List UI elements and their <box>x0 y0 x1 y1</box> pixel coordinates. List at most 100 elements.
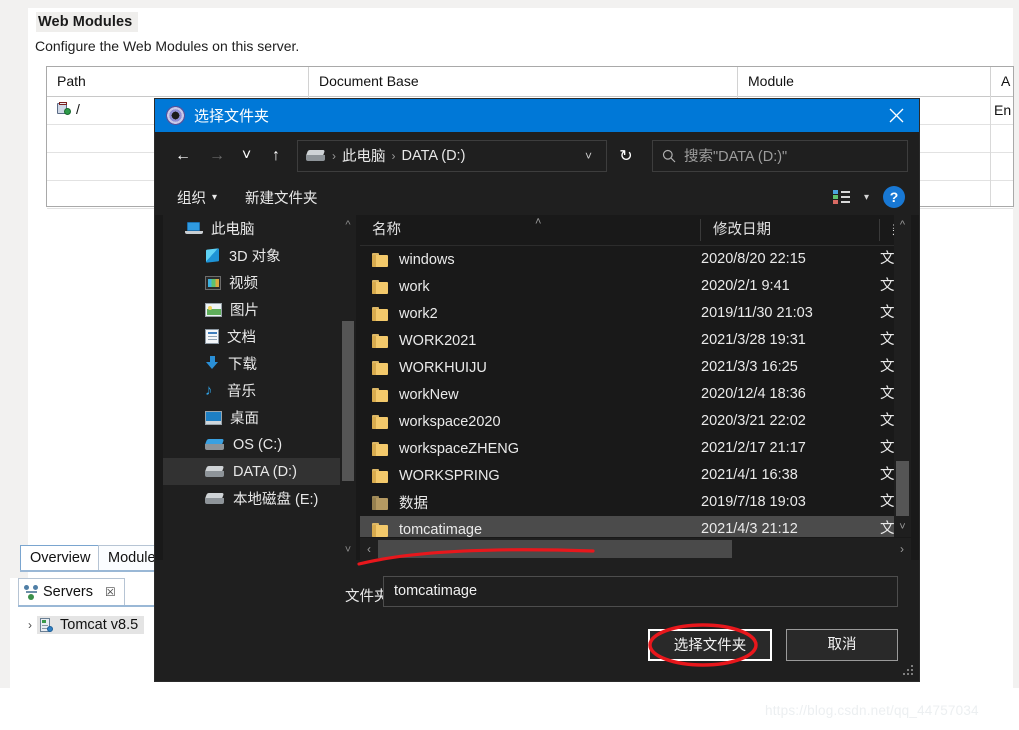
column-header-date[interactable]: 修改日期 <box>701 215 880 245</box>
file-date: 2021/3/28 19:31 <box>701 332 806 348</box>
list-item[interactable]: Tomcat v8.5 <box>37 616 145 634</box>
file-list-header: 名称 ˄ 修改日期 类 <box>360 215 911 246</box>
sidebar-item-label: 桌面 <box>230 411 259 427</box>
web-module-icon <box>57 102 72 116</box>
sidebar-item-pictures[interactable]: 图片 <box>163 296 356 323</box>
recent-locations-button[interactable]: ˅ <box>234 141 259 171</box>
file-date: 2021/4/3 21:12 <box>701 521 798 537</box>
desktop-icon <box>205 410 222 425</box>
sidebar-item-desktop[interactable]: 桌面 <box>163 404 356 431</box>
scroll-left-arrow[interactable]: ‹ <box>360 538 378 560</box>
folder-icon <box>372 414 389 429</box>
file-name: windows <box>399 251 455 268</box>
column-header-module[interactable]: Module <box>738 67 990 96</box>
dialog-body: 此电脑 3D 对象 视频 图片 文档 下载 ♪ 音乐 桌面 OS (C:) DA… <box>155 215 919 560</box>
column-header-path[interactable]: Path <box>47 67 317 96</box>
list-item[interactable]: WORKHUIJU 2021/3/3 16:25 <box>360 354 880 381</box>
folder-name-input[interactable]: tomcatimage <box>383 576 898 607</box>
file-name-cell: WORKHUIJU <box>372 354 487 381</box>
list-item[interactable]: WORKSPRING 2021/4/1 16:38 <box>360 462 880 489</box>
scrollbar-thumb[interactable] <box>896 461 909 516</box>
list-item[interactable]: workspace2020 2020/3/21 22:02 <box>360 408 880 435</box>
file-name: work2 <box>399 305 438 322</box>
breadcrumb-this-pc[interactable]: 此电脑 <box>342 145 386 166</box>
sidebar-item-label: 此电脑 <box>211 222 255 238</box>
workbench-top-strip <box>0 0 1019 8</box>
select-folder-button[interactable]: 选择文件夹 <box>648 629 772 661</box>
scroll-down-arrow[interactable]: ˅ <box>894 517 911 537</box>
sidebar-item-os-c[interactable]: OS (C:) <box>163 431 356 458</box>
sidebar-item-3d-objects[interactable]: 3D 对象 <box>163 242 356 269</box>
search-box[interactable]: 搜索"DATA (D:)" <box>652 139 908 172</box>
cancel-button[interactable]: 取消 <box>786 629 898 661</box>
file-date: 2020/2/1 9:41 <box>701 278 790 294</box>
close-icon[interactable]: ☒ <box>105 585 116 599</box>
scroll-up-arrow[interactable]: ^ <box>340 215 356 235</box>
close-button[interactable] <box>873 99 919 132</box>
file-name: WORKHUIJU <box>399 359 487 376</box>
scrollbar-thumb[interactable] <box>342 321 354 481</box>
drive-icon <box>204 492 225 505</box>
address-bar[interactable]: › 此电脑 › DATA (D:) ˅ <box>297 139 607 172</box>
sidebar-item-label: 本地磁盘 (E:) <box>233 492 319 508</box>
column-header-name[interactable]: 名称 <box>360 215 701 245</box>
list-item[interactable]: tomcatimage 2021/4/3 21:12 <box>360 516 880 537</box>
dialog-title: 选择文件夹 <box>194 108 270 125</box>
tab-servers-label: Servers <box>43 584 93 600</box>
file-list-scrollbar[interactable]: ^ ˅ <box>894 215 911 537</box>
column-header-a[interactable]: A <box>991 67 1015 96</box>
view-dropdown-caret[interactable]: ▾ <box>864 192 869 203</box>
servers-tree-row[interactable]: › Tomcat v8.5 <box>28 614 145 636</box>
sidebar-item-this-pc[interactable]: 此电脑 <box>163 215 356 242</box>
refresh-button[interactable]: ↻ <box>609 141 643 171</box>
back-button[interactable]: ← <box>166 141 200 171</box>
scroll-down-arrow[interactable]: ˅ <box>340 540 356 560</box>
up-button[interactable]: ↑ <box>259 141 293 171</box>
tab-overview[interactable]: Overview <box>20 545 101 571</box>
computer-icon <box>185 221 203 236</box>
forward-button[interactable]: → <box>200 141 234 171</box>
chevron-down-icon[interactable]: ˅ <box>585 149 592 163</box>
tab-servers[interactable]: Servers ☒ <box>18 578 125 605</box>
sidebar-item-videos[interactable]: 视频 <box>163 269 356 296</box>
scroll-up-arrow[interactable]: ^ <box>894 215 911 235</box>
dialog-title-bar[interactable]: 选择文件夹 <box>155 99 919 132</box>
page-title: Web Modules <box>36 12 139 32</box>
cell-a: En <box>994 102 1012 118</box>
folder-picker-icon <box>166 106 185 125</box>
sidebar-item-local-disk-e[interactable]: 本地磁盘 (E:) <box>163 485 356 512</box>
file-list-horizontal-scrollbar[interactable]: ‹ › <box>360 538 911 560</box>
list-item[interactable]: workNew 2020/12/4 18:36 <box>360 381 880 408</box>
sidebar-item-data-d[interactable]: DATA (D:) <box>163 458 356 485</box>
file-name-cell: work <box>372 273 430 300</box>
sidebar-item-documents[interactable]: 文档 <box>163 323 356 350</box>
list-item[interactable]: 数据 2019/7/18 19:03 <box>360 489 880 516</box>
sidebar-item-label: 图片 <box>230 303 259 319</box>
list-item[interactable]: WORK2021 2021/3/28 19:31 <box>360 327 880 354</box>
organize-button[interactable]: 组织 ▾ <box>177 187 217 208</box>
cube-icon <box>205 248 221 263</box>
sidebar-item-music[interactable]: ♪ 音乐 <box>163 377 356 404</box>
sidebar-item-downloads[interactable]: 下载 <box>163 350 356 377</box>
cell-path-text: / <box>76 101 80 117</box>
help-button[interactable]: ? <box>883 186 905 208</box>
resize-grip[interactable] <box>902 665 914 677</box>
navigation-pane-scrollbar[interactable]: ^ ˅ <box>340 215 356 560</box>
scroll-right-arrow[interactable]: › <box>893 538 911 560</box>
folder-icon <box>372 360 389 375</box>
column-header-document-base[interactable]: Document Base <box>309 67 739 96</box>
folder-icon <box>372 333 389 348</box>
scrollbar-thumb[interactable] <box>378 540 732 558</box>
list-item[interactable]: windows 2020/8/20 22:15 <box>360 246 880 273</box>
list-item[interactable]: work 2020/2/1 9:41 <box>360 273 880 300</box>
list-item[interactable]: workspaceZHENG 2021/2/17 21:17 <box>360 435 880 462</box>
new-folder-button[interactable]: 新建文件夹 <box>245 187 318 208</box>
search-placeholder: 搜索"DATA (D:)" <box>684 149 788 165</box>
chevron-right-icon[interactable]: › <box>28 618 32 632</box>
view-mode-icon[interactable] <box>832 190 850 204</box>
sidebar-item-label: 3D 对象 <box>229 249 281 265</box>
breadcrumb-data-drive[interactable]: DATA (D:) <box>402 148 466 164</box>
list-item[interactable]: work2 2019/11/30 21:03 <box>360 300 880 327</box>
document-icon <box>205 329 219 344</box>
sidebar-item-label: 文档 <box>227 330 256 346</box>
